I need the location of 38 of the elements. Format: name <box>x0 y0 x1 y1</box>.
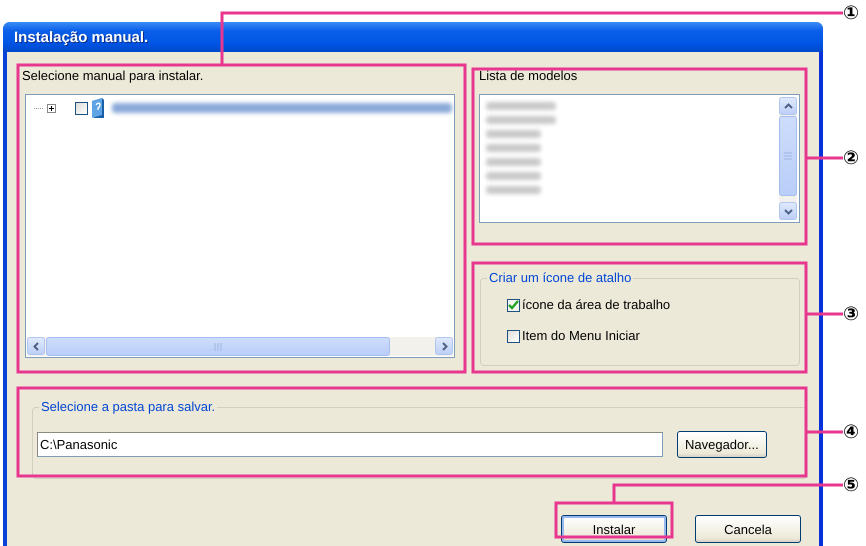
callout-number: ① <box>843 2 860 24</box>
grip-icon <box>784 152 792 160</box>
blurred-model-name <box>486 158 541 166</box>
folder-path-field[interactable]: C:\Panasonic <box>37 432 663 457</box>
leader-line <box>806 430 843 434</box>
blurred-model-name <box>486 172 541 180</box>
horizontal-scrollbar[interactable] <box>27 337 453 356</box>
tree-dots-icon <box>34 106 44 110</box>
browse-button[interactable]: Navegador... <box>677 431 767 458</box>
manual-book-icon <box>91 98 105 118</box>
callout-number: ③ <box>843 303 860 325</box>
checkbox[interactable] <box>507 330 520 342</box>
checkbox-label: ícone da área de trabalho <box>522 297 670 313</box>
blurred-model-name <box>486 130 541 138</box>
blurred-model-name <box>486 102 556 110</box>
checkbox-label: Item do Menu Iniciar <box>522 328 640 344</box>
chevron-left-icon <box>32 342 40 350</box>
section-label: Lista de modelos <box>479 67 578 85</box>
callout-number: ④ <box>843 421 860 443</box>
callout-number: ② <box>843 147 860 169</box>
grip-icon <box>214 342 222 350</box>
chevron-down-icon <box>784 206 792 216</box>
leader-line <box>806 312 843 316</box>
blurred-model-name <box>486 144 541 152</box>
expand-icon[interactable] <box>47 104 56 112</box>
checkbox[interactable] <box>75 102 88 114</box>
chevron-up-icon <box>784 102 792 110</box>
section-label: Selecione manual para instalar. <box>22 67 204 85</box>
vertical-scrollbar[interactable] <box>779 97 797 220</box>
checkbox[interactable] <box>507 298 520 312</box>
blurred-model-name <box>486 186 541 194</box>
leader-line <box>806 156 843 160</box>
group-title: Selecione a pasta para salvar. <box>39 399 218 415</box>
chevron-right-icon <box>440 342 448 350</box>
blurred-model-name <box>486 116 556 124</box>
window-title: Instalação manual. <box>14 28 148 46</box>
callout-number: ⑤ <box>843 474 860 496</box>
cancel-button[interactable]: Cancela <box>695 515 801 543</box>
